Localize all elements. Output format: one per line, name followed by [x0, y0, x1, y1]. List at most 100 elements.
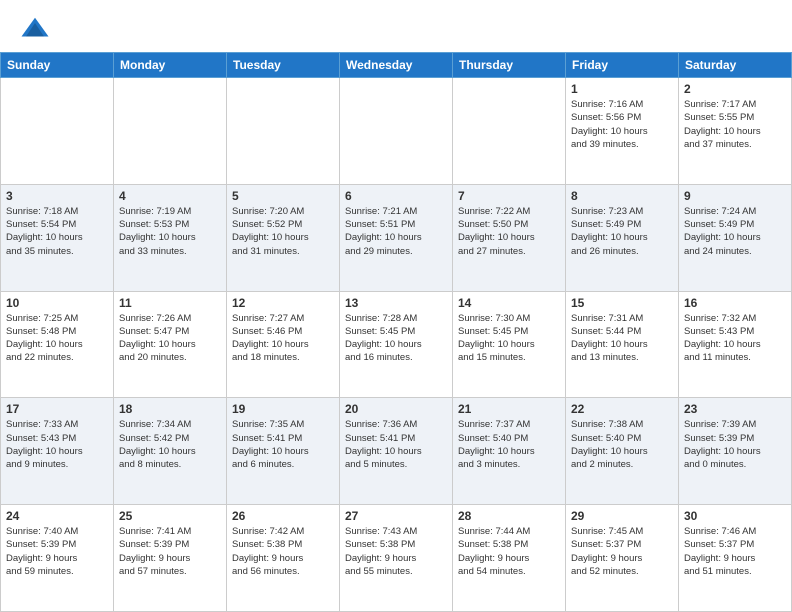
day-number: 11 — [119, 296, 221, 310]
day-info: Sunrise: 7:26 AMSunset: 5:47 PMDaylight:… — [119, 312, 221, 365]
day-number: 12 — [232, 296, 334, 310]
calendar-cell: 18 Sunrise: 7:34 AMSunset: 5:42 PMDayligh… — [114, 398, 227, 505]
day-number: 22 — [571, 402, 673, 416]
day-number: 3 — [6, 189, 108, 203]
day-info: Sunrise: 7:46 AMSunset: 5:37 PMDaylight:… — [684, 525, 786, 578]
day-number: 17 — [6, 402, 108, 416]
day-number: 15 — [571, 296, 673, 310]
day-info: Sunrise: 7:16 AMSunset: 5:56 PMDaylight:… — [571, 98, 673, 151]
calendar-cell: 25 Sunrise: 7:41 AMSunset: 5:39 PMDayligh… — [114, 505, 227, 612]
day-info: Sunrise: 7:18 AMSunset: 5:54 PMDaylight:… — [6, 205, 108, 258]
day-info: Sunrise: 7:38 AMSunset: 5:40 PMDaylight:… — [571, 418, 673, 471]
day-info: Sunrise: 7:45 AMSunset: 5:37 PMDaylight:… — [571, 525, 673, 578]
day-number: 23 — [684, 402, 786, 416]
day-number: 14 — [458, 296, 560, 310]
calendar-cell: 4Sunrise: 7:19 AMSunset: 5:53 PMDaylight… — [114, 184, 227, 291]
calendar-cell — [114, 78, 227, 185]
calendar-week-row: 24 Sunrise: 7:40 AMSunset: 5:39 PMDayligh… — [1, 505, 792, 612]
day-info: Sunrise: 7:20 AMSunset: 5:52 PMDaylight:… — [232, 205, 334, 258]
day-info: Sunrise: 7:25 AMSunset: 5:48 PMDaylight:… — [6, 312, 108, 365]
calendar-cell: 8Sunrise: 7:23 AMSunset: 5:49 PMDaylight… — [566, 184, 679, 291]
day-number: 2 — [684, 82, 786, 96]
calendar-cell: 21 Sunrise: 7:37 AMSunset: 5:40 PMDayligh… — [453, 398, 566, 505]
calendar-week-row: 3 Sunrise: 7:18 AMSunset: 5:54 PMDaylight… — [1, 184, 792, 291]
day-info: Sunrise: 7:30 AMSunset: 5:45 PMDaylight:… — [458, 312, 560, 365]
day-info: Sunrise: 7:42 AMSunset: 5:38 PMDaylight:… — [232, 525, 334, 578]
calendar-cell: 23Sunrise: 7:39 AMSunset: 5:39 PMDayligh… — [679, 398, 792, 505]
day-number: 1 — [571, 82, 673, 96]
weekday-header-friday: Friday — [566, 53, 679, 78]
calendar-cell: 12 Sunrise: 7:27 AMSunset: 5:46 PMDayligh… — [227, 291, 340, 398]
day-number: 13 — [345, 296, 447, 310]
day-number: 18 — [119, 402, 221, 416]
calendar-cell: 28Sunrise: 7:44 AMSunset: 5:38 PMDayligh… — [453, 505, 566, 612]
day-number: 10 — [6, 296, 108, 310]
calendar-cell — [340, 78, 453, 185]
calendar-cell: 3 Sunrise: 7:18 AMSunset: 5:54 PMDaylight… — [1, 184, 114, 291]
day-info: Sunrise: 7:40 AMSunset: 5:39 PMDaylight:… — [6, 525, 108, 578]
calendar-cell: 1 Sunrise: 7:16 AMSunset: 5:56 PMDaylight… — [566, 78, 679, 185]
calendar-cell — [227, 78, 340, 185]
calendar-cell: 2 Sunrise: 7:17 AMSunset: 5:55 PMDaylight… — [679, 78, 792, 185]
calendar-cell: 17Sunrise: 7:33 AMSunset: 5:43 PMDayligh… — [1, 398, 114, 505]
day-info: Sunrise: 7:35 AMSunset: 5:41 PMDaylight:… — [232, 418, 334, 471]
day-number: 8 — [571, 189, 673, 203]
calendar-cell: 5 Sunrise: 7:20 AMSunset: 5:52 PMDaylight… — [227, 184, 340, 291]
calendar-cell: 9 Sunrise: 7:24 AMSunset: 5:49 PMDaylight… — [679, 184, 792, 291]
weekday-header-row: SundayMondayTuesdayWednesdayThursdayFrid… — [1, 53, 792, 78]
day-number: 25 — [119, 509, 221, 523]
calendar-body: 1 Sunrise: 7:16 AMSunset: 5:56 PMDaylight… — [1, 78, 792, 612]
calendar-cell: 7 Sunrise: 7:22 AMSunset: 5:50 PMDaylight… — [453, 184, 566, 291]
weekday-header-wednesday: Wednesday — [340, 53, 453, 78]
day-info: Sunrise: 7:32 AMSunset: 5:43 PMDaylight:… — [684, 312, 786, 365]
calendar-week-row: 1 Sunrise: 7:16 AMSunset: 5:56 PMDaylight… — [1, 78, 792, 185]
calendar-cell: 11 Sunrise: 7:26 AMSunset: 5:47 PMDayligh… — [114, 291, 227, 398]
calendar-week-row: 10 Sunrise: 7:25 AMSunset: 5:48 PMDayligh… — [1, 291, 792, 398]
calendar-cell: 29Sunrise: 7:45 AMSunset: 5:37 PMDayligh… — [566, 505, 679, 612]
day-info: Sunrise: 7:27 AMSunset: 5:46 PMDaylight:… — [232, 312, 334, 365]
day-number: 5 — [232, 189, 334, 203]
day-number: 30 — [684, 509, 786, 523]
day-number: 4 — [119, 189, 221, 203]
calendar-cell: 22 Sunrise: 7:38 AMSunset: 5:40 PMDayligh… — [566, 398, 679, 505]
day-info: Sunrise: 7:43 AMSunset: 5:38 PMDaylight:… — [345, 525, 447, 578]
day-info: Sunrise: 7:36 AMSunset: 5:41 PMDaylight:… — [345, 418, 447, 471]
calendar-cell: 10 Sunrise: 7:25 AMSunset: 5:48 PMDayligh… — [1, 291, 114, 398]
day-info: Sunrise: 7:17 AMSunset: 5:55 PMDaylight:… — [684, 98, 786, 151]
logo-icon — [20, 14, 50, 44]
day-info: Sunrise: 7:41 AMSunset: 5:39 PMDaylight:… — [119, 525, 221, 578]
calendar-cell: 24 Sunrise: 7:40 AMSunset: 5:39 PMDayligh… — [1, 505, 114, 612]
day-info: Sunrise: 7:34 AMSunset: 5:42 PMDaylight:… — [119, 418, 221, 471]
day-number: 6 — [345, 189, 447, 203]
day-number: 21 — [458, 402, 560, 416]
calendar-cell: 15Sunrise: 7:31 AMSunset: 5:44 PMDayligh… — [566, 291, 679, 398]
day-number: 16 — [684, 296, 786, 310]
day-number: 27 — [345, 509, 447, 523]
logo — [20, 14, 54, 44]
day-info: Sunrise: 7:22 AMSunset: 5:50 PMDaylight:… — [458, 205, 560, 258]
weekday-header-sunday: Sunday — [1, 53, 114, 78]
calendar-cell: 6Sunrise: 7:21 AMSunset: 5:51 PMDaylight… — [340, 184, 453, 291]
weekday-header-thursday: Thursday — [453, 53, 566, 78]
calendar-cell — [1, 78, 114, 185]
day-info: Sunrise: 7:28 AMSunset: 5:45 PMDaylight:… — [345, 312, 447, 365]
calendar-cell: 30 Sunrise: 7:46 AMSunset: 5:37 PMDayligh… — [679, 505, 792, 612]
day-number: 26 — [232, 509, 334, 523]
weekday-header-tuesday: Tuesday — [227, 53, 340, 78]
calendar-cell: 20Sunrise: 7:36 AMSunset: 5:41 PMDayligh… — [340, 398, 453, 505]
day-info: Sunrise: 7:24 AMSunset: 5:49 PMDaylight:… — [684, 205, 786, 258]
calendar-cell: 26 Sunrise: 7:42 AMSunset: 5:38 PMDayligh… — [227, 505, 340, 612]
calendar-cell: 27 Sunrise: 7:43 AMSunset: 5:38 PMDayligh… — [340, 505, 453, 612]
day-info: Sunrise: 7:37 AMSunset: 5:40 PMDaylight:… — [458, 418, 560, 471]
day-number: 24 — [6, 509, 108, 523]
weekday-header-saturday: Saturday — [679, 53, 792, 78]
day-number: 19 — [232, 402, 334, 416]
day-number: 9 — [684, 189, 786, 203]
calendar-cell: 14 Sunrise: 7:30 AMSunset: 5:45 PMDayligh… — [453, 291, 566, 398]
day-info: Sunrise: 7:44 AMSunset: 5:38 PMDaylight:… — [458, 525, 560, 578]
calendar-table: SundayMondayTuesdayWednesdayThursdayFrid… — [0, 52, 792, 612]
day-number: 7 — [458, 189, 560, 203]
calendar-week-row: 17Sunrise: 7:33 AMSunset: 5:43 PMDayligh… — [1, 398, 792, 505]
calendar-cell: 16 Sunrise: 7:32 AMSunset: 5:43 PMDayligh… — [679, 291, 792, 398]
calendar-cell — [453, 78, 566, 185]
